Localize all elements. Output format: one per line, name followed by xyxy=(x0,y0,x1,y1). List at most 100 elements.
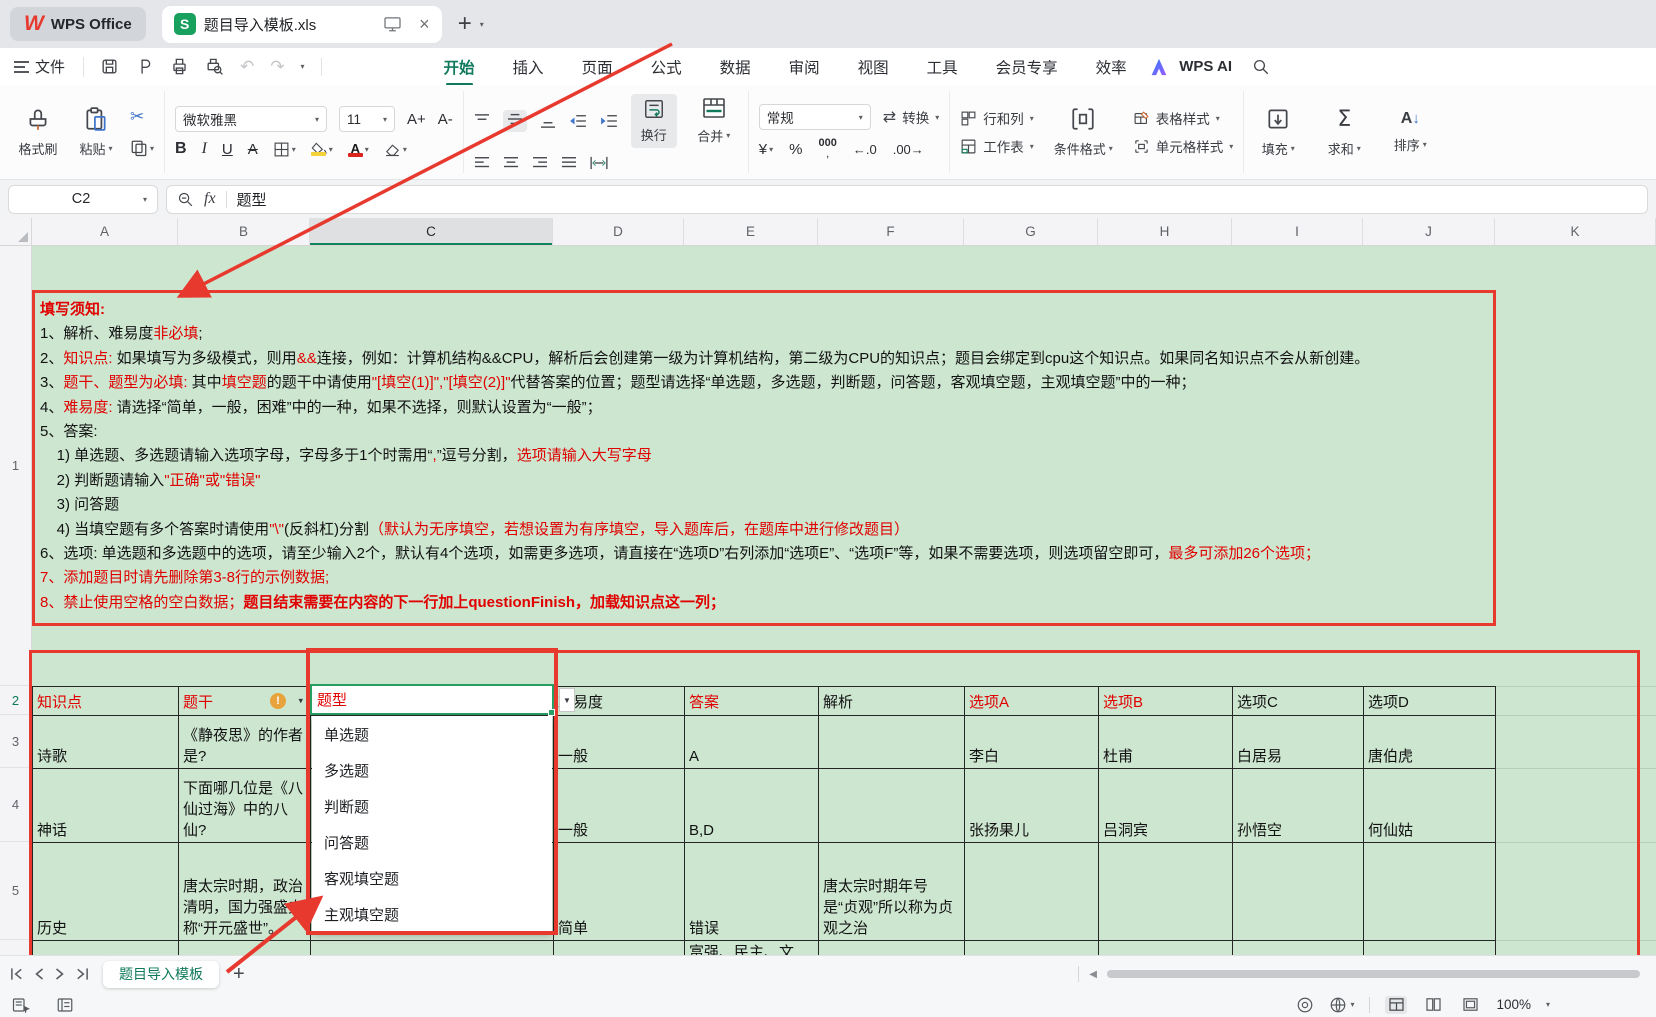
increase-font-button[interactable]: A+ xyxy=(407,111,426,128)
strikethrough-button[interactable]: A xyxy=(248,141,258,158)
next-sheet-icon[interactable] xyxy=(54,967,65,981)
macro-record-icon[interactable] xyxy=(12,997,30,1013)
rows-columns-button[interactable]: 行和列▾ xyxy=(960,108,1034,128)
column-header-G[interactable]: G xyxy=(964,218,1098,245)
cell[interactable]: 一般 xyxy=(554,716,685,769)
align-right-icon[interactable] xyxy=(532,156,548,170)
convert-button[interactable]: ⇄转换▾ xyxy=(883,107,939,127)
cell[interactable]: 错误 xyxy=(685,843,819,941)
redo-icon[interactable]: ↷ xyxy=(270,57,284,77)
wps-ai-icon[interactable] xyxy=(1149,58,1169,76)
column-header-A[interactable]: A xyxy=(32,218,178,245)
row-header-5[interactable]: 5 xyxy=(0,842,31,940)
menu-tab-开始[interactable]: 开始 xyxy=(442,50,477,84)
prev-sheet-icon[interactable] xyxy=(34,967,45,981)
cell[interactable]: 简单 xyxy=(554,843,685,941)
column-header-J[interactable]: J xyxy=(1363,218,1495,245)
column-header-I[interactable]: I xyxy=(1232,218,1363,245)
merge-button[interactable]: 合并▾ xyxy=(690,97,738,145)
dropdown-option-主观填空题[interactable]: 主观填空题 xyxy=(312,896,552,932)
formula-input[interactable]: fx 题型 xyxy=(166,185,1648,214)
table-header-答案[interactable]: 答案 xyxy=(685,687,819,716)
app-home-button[interactable]: W WPS Office xyxy=(10,7,146,41)
normal-view-icon[interactable] xyxy=(1385,996,1407,1014)
row-header-4[interactable]: 4 xyxy=(0,768,31,842)
cell[interactable] xyxy=(33,941,179,956)
reading-order-icon[interactable] xyxy=(56,997,74,1013)
table-style-button[interactable]: 表格样式▾ xyxy=(1133,108,1234,128)
menu-tab-页面[interactable]: 页面 xyxy=(580,50,615,84)
paste-button[interactable]: 粘贴▾ xyxy=(72,106,120,158)
sum-button[interactable]: Σ 求和▾ xyxy=(1320,107,1368,158)
translate-button[interactable]: ▾ xyxy=(1329,996,1354,1014)
column-header-B[interactable]: B xyxy=(178,218,310,245)
dropdown-option-客观填空题[interactable]: 客观填空题 xyxy=(312,860,552,896)
cell-style-button[interactable]: 单元格样式▾ xyxy=(1133,136,1234,156)
table-header-选项D[interactable]: 选项D xyxy=(1364,687,1496,716)
fill-color-button[interactable]: ▾ xyxy=(311,142,333,156)
cell[interactable]: 唐太宗时期年号是“贞观”所以称为贞观之治 xyxy=(819,843,965,941)
borders-button[interactable]: ▾ xyxy=(273,141,296,158)
column-header-E[interactable]: E xyxy=(684,218,818,245)
align-left-icon[interactable] xyxy=(474,156,490,170)
font-size-select[interactable]: 11▾ xyxy=(339,106,395,132)
export-pdf-icon[interactable] xyxy=(135,57,154,76)
select-all-corner[interactable] xyxy=(0,218,32,245)
menu-tab-工具[interactable]: 工具 xyxy=(925,50,960,84)
cell[interactable]: 何仙姑 xyxy=(1364,769,1496,843)
cell[interactable] xyxy=(819,941,965,956)
undo-icon[interactable]: ↶ xyxy=(240,57,254,77)
cell[interactable]: 白居易 xyxy=(1233,716,1364,769)
underline-button[interactable]: U xyxy=(222,141,233,158)
name-box-chevron-icon[interactable]: ▾ xyxy=(143,195,147,204)
menu-tab-数据[interactable]: 数据 xyxy=(718,50,753,84)
warning-icon[interactable]: ! xyxy=(270,693,286,709)
cell[interactable] xyxy=(1099,843,1233,941)
cell[interactable] xyxy=(819,769,965,843)
new-tab-button[interactable]: + xyxy=(458,10,472,38)
percent-format-button[interactable]: % xyxy=(789,141,802,158)
cell[interactable] xyxy=(311,941,554,956)
menu-tab-效率[interactable]: 效率 xyxy=(1094,50,1129,84)
document-tab[interactable]: S 题目导入模板.xls × xyxy=(162,6,442,43)
column-header-C[interactable]: C xyxy=(310,218,553,245)
table-header-选项B[interactable]: 选项B xyxy=(1099,687,1233,716)
column-header-K[interactable]: K xyxy=(1495,218,1656,245)
print-icon[interactable] xyxy=(170,57,189,76)
dropdown-option-单选题[interactable]: 单选题 xyxy=(312,716,552,752)
column-header-D[interactable]: D xyxy=(553,218,684,245)
cut-icon[interactable]: ✂ xyxy=(130,107,144,127)
cell[interactable] xyxy=(1233,843,1364,941)
align-bottom-icon[interactable] xyxy=(540,114,556,128)
cell[interactable]: 李白 xyxy=(965,716,1099,769)
align-middle-icon[interactable] xyxy=(503,110,527,132)
first-sheet-icon[interactable] xyxy=(10,967,25,981)
column-header-F[interactable]: F xyxy=(818,218,964,245)
page-layout-view-icon[interactable] xyxy=(1422,996,1444,1014)
tab-list-chevron-icon[interactable]: ▾ xyxy=(480,20,484,29)
cell[interactable] xyxy=(965,941,1099,956)
zoom-formula-icon[interactable] xyxy=(177,191,194,208)
increase-indent-icon[interactable] xyxy=(600,114,618,128)
cell[interactable] xyxy=(1233,941,1364,956)
bold-button[interactable]: B xyxy=(175,140,187,158)
sheet-tab[interactable]: 题目导入模板 xyxy=(103,961,219,988)
cell[interactable] xyxy=(179,941,311,956)
cell[interactable]: 诗歌 xyxy=(33,716,179,769)
currency-format-button[interactable]: ¥▾ xyxy=(759,141,773,158)
cell[interactable] xyxy=(1364,941,1496,956)
justify-icon[interactable] xyxy=(561,156,577,170)
thousands-format-button[interactable]: 000, xyxy=(819,138,837,160)
zoom-level[interactable]: 100% xyxy=(1496,997,1531,1012)
cell[interactable] xyxy=(1099,941,1233,956)
warning-chevron-icon[interactable]: ▾ xyxy=(298,696,303,707)
table-header-选项A[interactable]: 选项A xyxy=(965,687,1099,716)
column-header-H[interactable]: H xyxy=(1098,218,1232,245)
share-screen-icon[interactable] xyxy=(384,17,401,32)
fill-button[interactable]: 填充▾ xyxy=(1254,106,1302,158)
cell[interactable]: 神话 xyxy=(33,769,179,843)
font-name-select[interactable]: 微软雅黑▾ xyxy=(175,106,327,132)
wrap-text-button[interactable]: 换行 xyxy=(631,94,677,148)
conditional-format-button[interactable]: 条件格式▾ xyxy=(1054,106,1113,158)
copy-button[interactable]: ▾ xyxy=(130,139,154,157)
